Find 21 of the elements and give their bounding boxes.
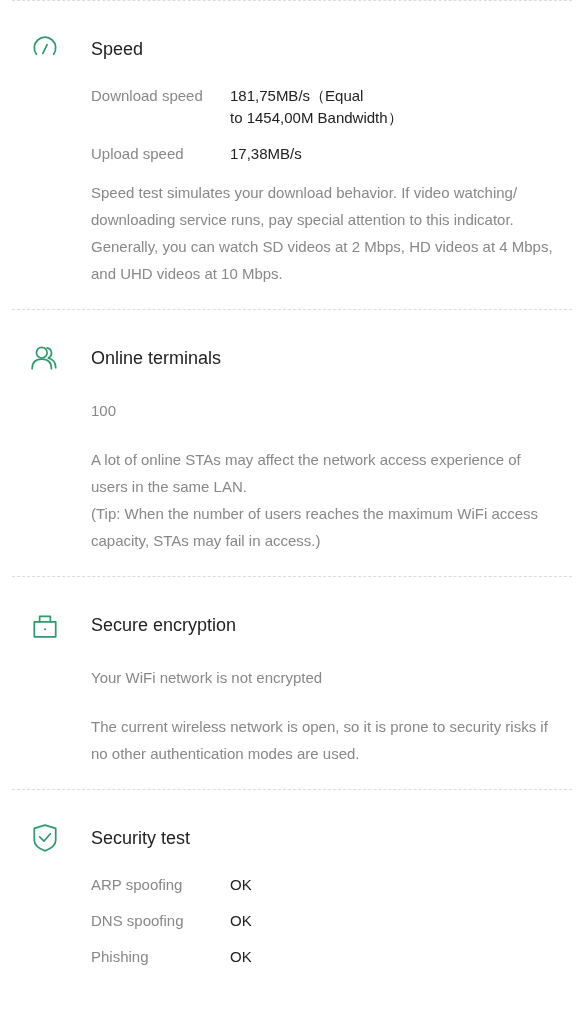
shield-check-icon [30, 823, 60, 853]
field-value: OK [230, 875, 252, 895]
description-text: A lot of online STAs may affect the network access experience of users in the same LAN. (Tip: When the number of users reaches the maximum WiFi access capacity, STAs may fail in access.) [91, 450, 540, 551]
status-text: Your WiFi network is not encrypted [91, 668, 324, 688]
field-label: Phishing [91, 947, 150, 967]
section-title: Secure encryption [91, 614, 237, 636]
field-label: ARP spoofing [91, 875, 184, 895]
field-value: 17,38MB/s [230, 144, 302, 164]
field-value: OK [230, 911, 252, 931]
field-label: DNS spoofing [91, 911, 185, 931]
section-title: Speed [91, 38, 144, 60]
users-icon [30, 343, 60, 373]
description-text: Speed test simulates your download behavior. If video watching/ downloading service runs, pay special attention to this indicator. Generally, you can watch SD videos at 2 Mbps, HD videos at 4 Mbps, and UHD videos at 10 Mbps. [91, 183, 554, 284]
field-label: Download speed [91, 86, 204, 106]
section-title: Security test [91, 827, 191, 849]
field-label: Upload speed [91, 144, 185, 164]
description-text: The current wireless network is open, so it is prone to security risks if no other authentication modes are used. [91, 717, 549, 764]
section-title: Online terminals [91, 347, 222, 369]
field-value: 181,75MB/s（Equal to 1454,00M Bandwidth） [230, 86, 403, 128]
field-value: OK [230, 947, 252, 967]
status-text: 100 [91, 401, 118, 421]
